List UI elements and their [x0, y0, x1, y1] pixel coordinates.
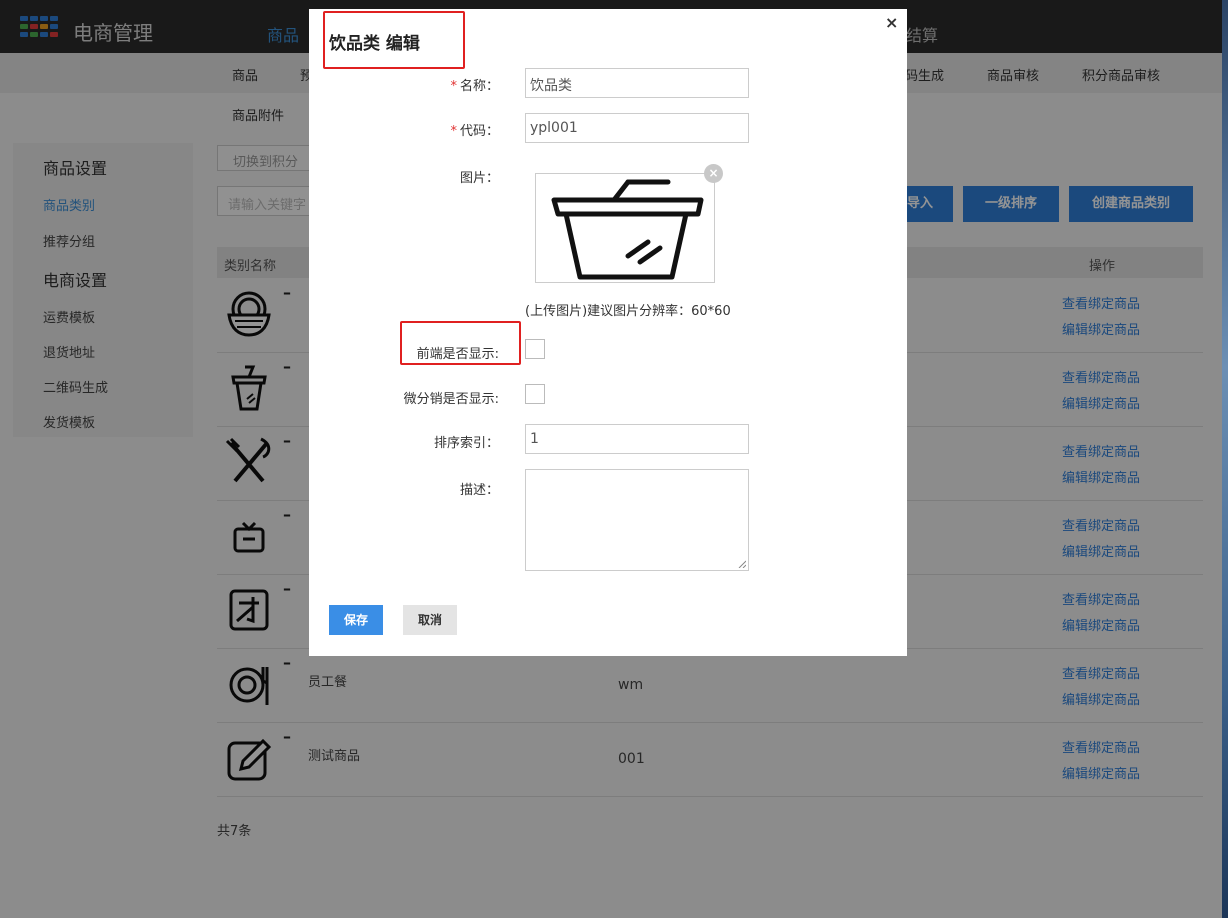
highlight-box-title — [323, 11, 465, 69]
frontend-display-label: 前端是否显示: — [416, 347, 499, 362]
frontend-display-checkbox[interactable] — [525, 339, 545, 359]
description-textarea[interactable] — [525, 469, 749, 571]
code-field[interactable]: ypl001 — [525, 113, 749, 143]
cancel-button[interactable]: 取消 — [403, 605, 457, 635]
upload-hint: (上传图片)建议图片分辨率：60*60 — [525, 304, 731, 319]
sort-index-label: 排序索引： — [433, 436, 499, 451]
edit-category-dialog: 饮品类 编辑 × * 名称： 饮品类 * 代码： ypl001 图片： × (上传图… — [309, 9, 907, 656]
resize-handle-icon[interactable] — [738, 560, 746, 568]
description-label: 描述： — [459, 483, 499, 498]
basket-icon — [551, 179, 704, 280]
sort-index-field[interactable]: 1 — [525, 424, 749, 454]
save-button[interactable]: 保存 — [329, 605, 383, 635]
code-label: * 代码： — [450, 124, 499, 139]
close-icon[interactable]: × — [885, 13, 898, 32]
category-image-preview[interactable] — [535, 173, 715, 283]
remove-image-icon[interactable]: × — [704, 164, 723, 183]
micro-dist-display-checkbox[interactable] — [525, 384, 545, 404]
name-field[interactable]: 饮品类 — [525, 68, 749, 98]
name-label: * 名称： — [450, 79, 499, 94]
micro-dist-display-label: 微分销是否显示: — [403, 392, 499, 407]
desktop-edge — [1222, 0, 1228, 918]
image-label: 图片： — [459, 171, 499, 186]
